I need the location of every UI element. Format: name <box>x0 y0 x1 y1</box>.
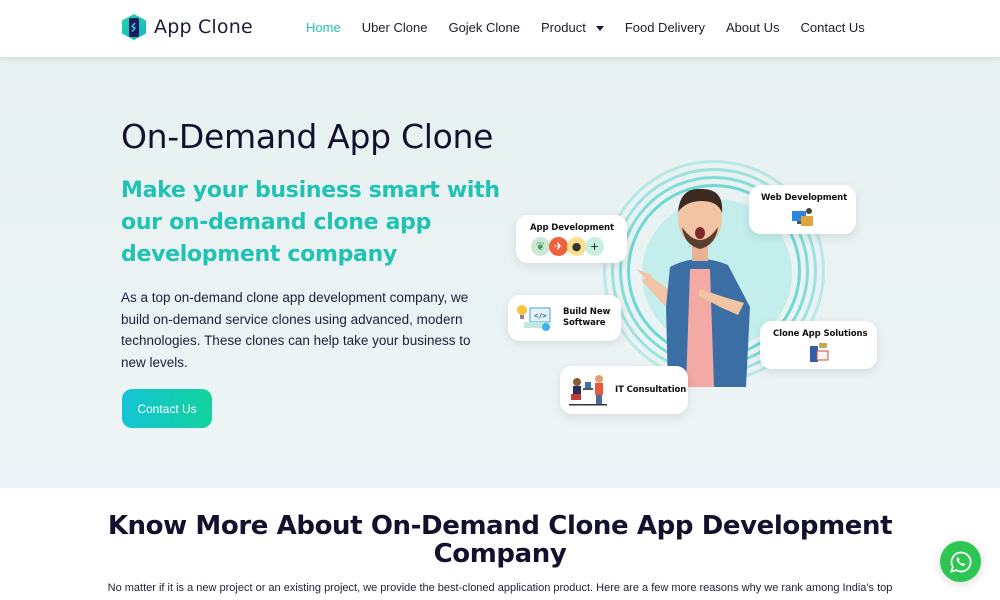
nav-uber-clone-label: Uber Clone <box>361 20 428 35</box>
it-consultation-label: IT Consultation <box>615 385 687 395</box>
about-section-title: Know More About On-Demand Clone App Deve… <box>107 511 893 569</box>
monitor-gear-icon <box>792 208 813 226</box>
build-software-card: </> Build New Software <box>508 295 621 341</box>
nav-about-us-label: About Us <box>726 20 780 35</box>
about-section-text: No matter if it is a new project or an e… <box>107 582 893 594</box>
nav-about-us[interactable]: About Us <box>726 20 779 35</box>
app-development-label: App Development <box>530 223 614 233</box>
nav-uber-clone[interactable]: Uber Clone <box>362 20 428 35</box>
caret-down-icon <box>595 25 604 31</box>
whatsapp-chat-button[interactable] <box>940 541 981 582</box>
hero-section: On-Demand App Clone Make your business s… <box>0 57 1000 488</box>
svg-text:</>: </> <box>534 312 547 320</box>
nav-home[interactable]: Home <box>306 20 341 35</box>
web-development-label: Web Development <box>761 193 848 203</box>
logo-link[interactable]: App Clone <box>121 13 253 41</box>
logo-text: App Clone <box>154 16 253 38</box>
clone-app-solutions-card: Clone App Solutions <box>760 321 877 369</box>
delivery-app-icon: ✈ <box>549 237 568 256</box>
nav-gojek-clone[interactable]: Gojek Clone <box>448 20 520 35</box>
taxi-app-icon: ● <box>567 237 586 256</box>
hero-illustration: App Development ❦ ✈ ● + Web Development <box>500 117 890 427</box>
build-software-label: Build New Software <box>563 307 611 328</box>
nav-gojek-clone-label: Gojek Clone <box>448 20 520 35</box>
hero-subtitle: Make your business smart with our on-dem… <box>121 178 500 267</box>
nav-food-delivery[interactable]: Food Delivery <box>625 20 705 35</box>
contact-us-button[interactable]: Contact Us <box>122 389 212 428</box>
it-consultation-card: IT Consultation <box>560 366 688 414</box>
site-header: App Clone Home Uber Clone Gojek Clone Pr… <box>0 0 1000 57</box>
app-badges: ❦ ✈ ● + <box>531 237 604 256</box>
whatsapp-icon <box>949 551 971 573</box>
plant-app-icon: ❦ <box>531 237 550 256</box>
consultation-people-icon <box>569 375 607 406</box>
nav-product[interactable]: Product <box>541 20 604 35</box>
web-development-card: Web Development <box>749 185 856 234</box>
nav-contact-us-label: Contact Us <box>800 20 865 35</box>
hero-title: On-Demand App Clone <box>121 117 494 156</box>
nav-product-label: Product <box>541 20 586 35</box>
hero-description: As a top on-demand clone app development… <box>121 290 471 370</box>
clone-app-solutions-label: Clone App Solutions <box>773 329 868 339</box>
server-code-icon <box>810 343 829 362</box>
software-build-icon: </> <box>517 305 551 331</box>
app-development-card: App Development ❦ ✈ ● + <box>516 215 627 263</box>
main-nav: Home Uber Clone Gojek Clone Product Food… <box>306 20 886 35</box>
plus-icon: + <box>585 237 604 256</box>
logo-icon <box>122 14 146 40</box>
nav-contact-us[interactable]: Contact Us <box>801 20 865 35</box>
nav-home-label: Home <box>306 20 341 35</box>
nav-food-delivery-label: Food Delivery <box>624 20 706 35</box>
